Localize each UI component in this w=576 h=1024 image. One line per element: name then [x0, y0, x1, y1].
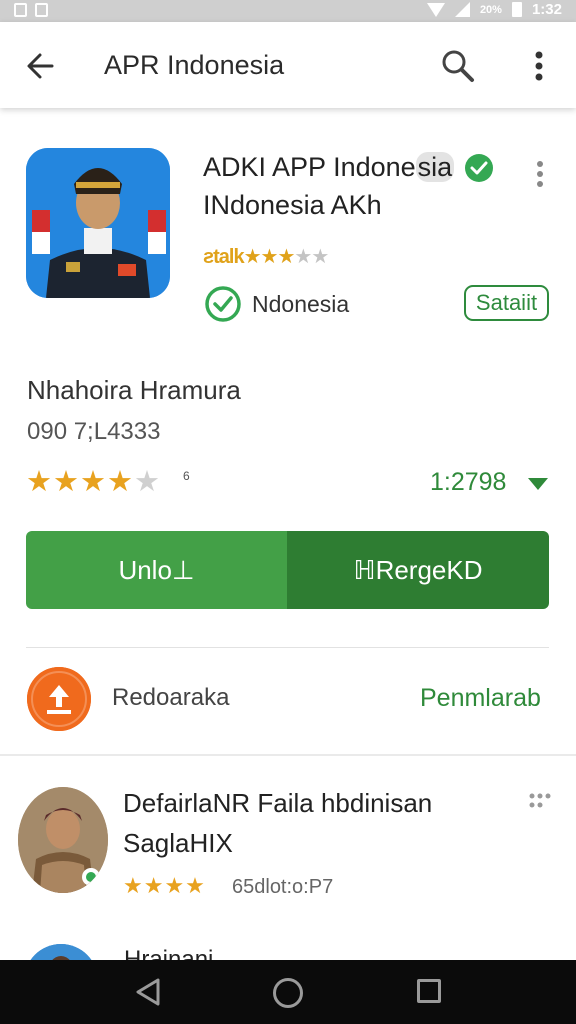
upload-icon[interactable]	[27, 667, 91, 731]
nav-home-icon[interactable]	[273, 978, 303, 1008]
action-button-row: Unlo⊥ ℍRergeKD	[26, 531, 549, 609]
section-divider	[0, 754, 576, 756]
signal-icon	[454, 2, 470, 17]
status-bar: 20% 1:32	[0, 0, 576, 22]
clock: 1:32	[531, 1, 562, 18]
system-nav-bar	[0, 960, 576, 1024]
app-name-part: ADKI AP	[203, 152, 309, 182]
mini-rating-grey-stars: ★★	[294, 246, 329, 268]
developer-check-icon	[204, 285, 242, 323]
app-name: ADKI APP Indonesia	[203, 152, 455, 183]
overflow-menu-icon[interactable]	[524, 46, 554, 86]
developer-name[interactable]: Ndonesia	[252, 291, 349, 318]
app-mini-rating: ƨtalk★★★★★	[203, 244, 329, 269]
notification-icon	[35, 3, 48, 17]
avatar[interactable]	[18, 787, 108, 893]
rating-gold-stars: ★★★★	[26, 466, 134, 498]
rating-grey-stars: ★	[134, 466, 161, 498]
app-name-part: sia	[415, 152, 455, 182]
page-title: APR Indonesia	[104, 50, 285, 80]
rating-stars: ★★★★★	[26, 464, 161, 499]
notification-icon	[14, 3, 27, 17]
card-overflow-icon[interactable]	[530, 158, 550, 190]
status-indicators: 20% 1:32	[426, 1, 562, 18]
open-button[interactable]: ℍRergeKD	[287, 531, 549, 609]
back-arrow-icon[interactable]	[22, 46, 62, 86]
nav-recents-icon[interactable]	[417, 979, 441, 1003]
wifi-icon	[426, 2, 445, 17]
update-link[interactable]: Penmlarab	[420, 684, 541, 713]
review-title: DefairlaNR Faila hbdinisan	[123, 788, 433, 818]
rating-superscript: 6	[183, 469, 190, 483]
app-icon[interactable]	[26, 148, 170, 298]
app-subtitle: INdonesia AKh	[203, 190, 382, 220]
app-name-part: P Indone	[308, 152, 416, 182]
reviewer-phone: 090 7;L4333	[27, 418, 161, 445]
mini-rating-text: ƨtalk	[203, 246, 245, 268]
uninstall-button[interactable]: Unlo⊥	[26, 531, 287, 609]
chevron-down-icon[interactable]	[528, 478, 548, 490]
battery-percent: 20%	[479, 3, 502, 16]
review-subtitle: SaglaHIX	[123, 828, 233, 858]
app-bar: APR Indonesia	[0, 22, 576, 108]
notification-icons	[14, 3, 48, 17]
developer-badge[interactable]: Sataiit	[464, 285, 549, 321]
review-meta: 65dlot:o:P7	[232, 876, 334, 898]
divider	[26, 647, 549, 648]
review-stars: ★★★★	[123, 873, 206, 898]
review-overflow-icon[interactable]	[527, 792, 553, 810]
reviewer-name: Nhahoira Hramura	[27, 375, 241, 405]
verified-check-icon	[464, 153, 494, 183]
nav-back-icon[interactable]	[131, 977, 165, 1007]
battery-icon	[511, 2, 522, 17]
review-count[interactable]: 1:2798	[430, 468, 506, 497]
update-label: Redoaraka	[112, 684, 230, 711]
search-icon[interactable]	[438, 46, 478, 86]
mini-rating-gold-stars: ★★★	[243, 246, 296, 268]
